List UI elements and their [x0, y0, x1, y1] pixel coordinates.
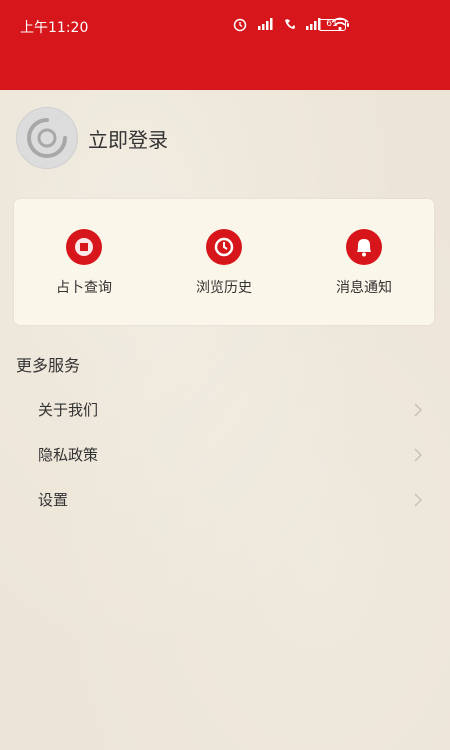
menu-item-label: 关于我们: [38, 401, 99, 419]
menu-item-privacy-policy[interactable]: 隐私政策: [0, 432, 450, 477]
quick-action-label: 浏览历史: [196, 280, 252, 296]
chevron-right-icon: [414, 493, 422, 507]
menu-item-about-us[interactable]: 关于我们: [0, 387, 450, 432]
menu-list: 关于我们 隐私政策 设置: [0, 387, 450, 522]
signal-hd-icon: [258, 18, 273, 30]
quick-action-label: 占卜查询: [56, 280, 112, 296]
default-avatar-icon: [27, 118, 67, 158]
section-title-more-services: 更多服务: [16, 356, 81, 375]
quick-action-notifications[interactable]: 消息通知: [304, 227, 424, 297]
call-icon: [285, 19, 295, 29]
menu-item-label: 设置: [38, 491, 69, 509]
clock-icon: [206, 229, 242, 265]
quick-action-divination[interactable]: 占卜查询: [24, 227, 144, 297]
main-content: 立即登录 占卜查询 浏览历史 消息通知 更多服务 关于我们 隐私政策 设置: [0, 90, 450, 750]
status-time: 上午11:20: [20, 20, 89, 36]
chevron-right-icon: [414, 403, 422, 417]
menu-item-label: 隐私政策: [38, 446, 99, 464]
alarm-icon: [233, 18, 247, 32]
quick-actions-card: 占卜查询 浏览历史 消息通知: [14, 199, 434, 325]
status-bar: 上午11:20 61: [0, 0, 450, 90]
bell-icon: [346, 229, 382, 265]
battery-icon: 61: [318, 19, 349, 31]
login-label[interactable]: 立即登录: [88, 124, 168, 153]
quick-action-label: 消息通知: [336, 280, 392, 296]
coin-icon: [66, 229, 102, 265]
avatar[interactable]: [16, 107, 78, 169]
menu-item-settings[interactable]: 设置: [0, 477, 450, 522]
quick-action-history[interactable]: 浏览历史: [164, 227, 284, 297]
chevron-right-icon: [414, 448, 422, 462]
profile-login[interactable]: 立即登录: [16, 107, 168, 169]
